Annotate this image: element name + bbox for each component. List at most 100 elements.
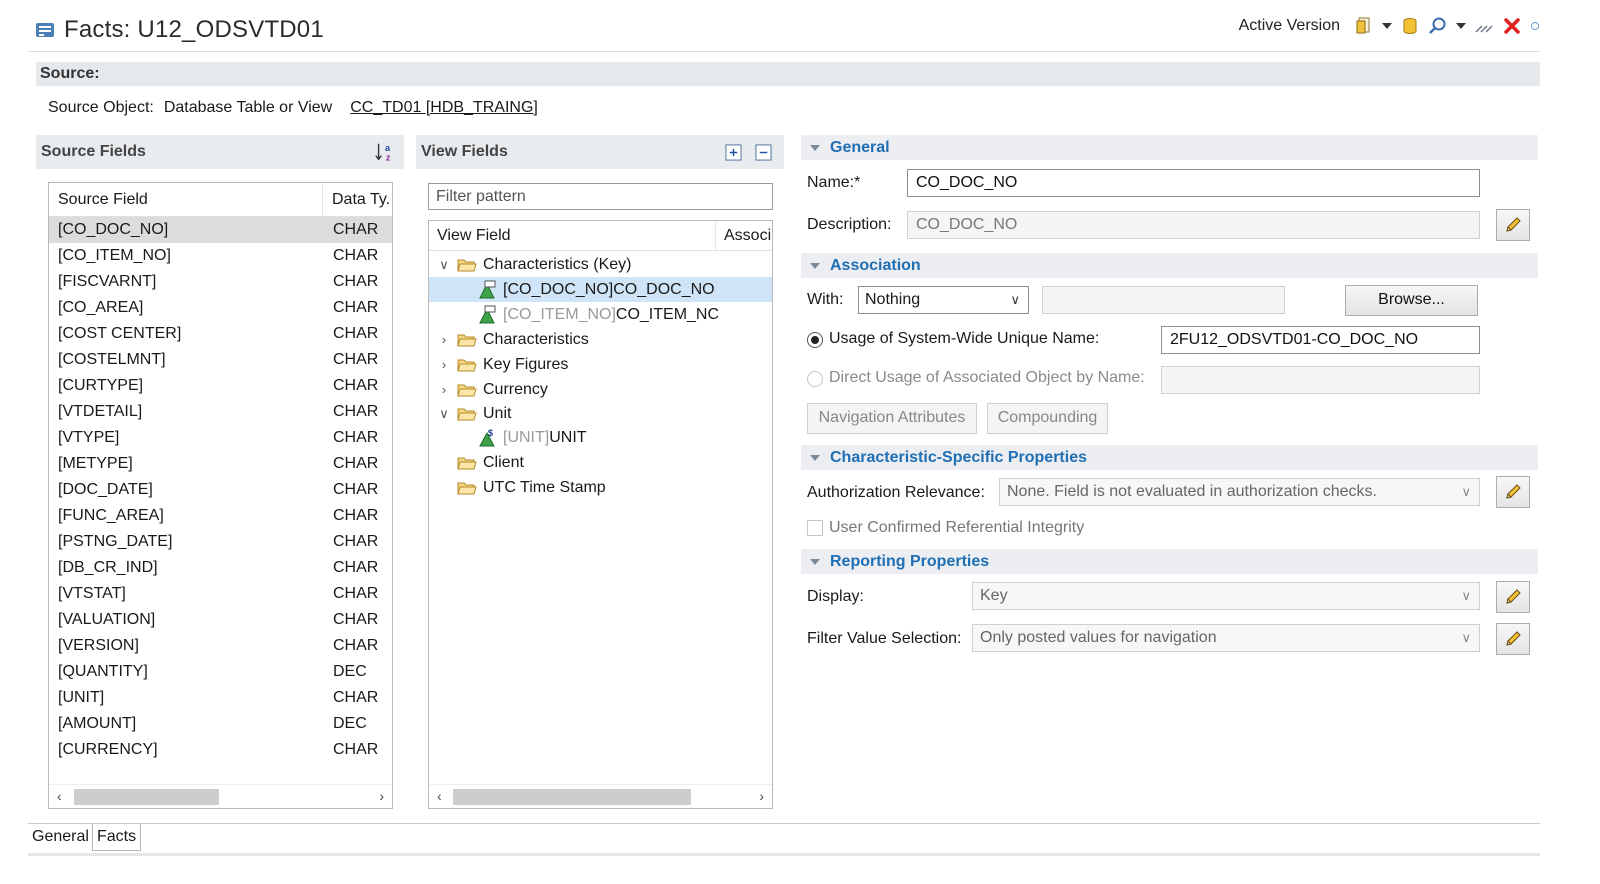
reporting-properties-header[interactable]: Reporting Properties — [801, 549, 1538, 574]
tree-node-unit[interactable]: ∨ Unit — [429, 401, 772, 426]
col-data-type[interactable]: Data Ty. — [323, 183, 390, 216]
association-target-field[interactable] — [1042, 286, 1285, 314]
tab-facts[interactable]: Facts — [92, 824, 142, 851]
edit-description-button[interactable] — [1496, 209, 1530, 241]
navigation-attributes-button[interactable]: Navigation Attributes — [807, 403, 977, 434]
table-row[interactable]: [VERSION] CHAR — [49, 633, 392, 659]
description-field[interactable]: CO_DOC_NO — [907, 211, 1480, 239]
collapsed-chevron-icon[interactable]: › — [437, 377, 451, 402]
delete-icon[interactable] — [1502, 16, 1522, 36]
name-field[interactable]: CO_DOC_NO — [907, 169, 1480, 197]
tab-general[interactable]: General — [28, 824, 93, 851]
source-section-label: Source: — [36, 62, 1540, 86]
version-icon[interactable] — [1354, 16, 1374, 36]
table-row[interactable]: [QUANTITY] DEC — [49, 659, 392, 685]
usage-unique-name-radio[interactable] — [807, 332, 823, 348]
tree-node-co-item-no[interactable]: [CO_ITEM_NO] CO_ITEM_NC — [429, 302, 772, 327]
collapsed-chevron-icon[interactable]: › — [437, 327, 451, 352]
col-view-field[interactable]: View Field — [429, 221, 716, 250]
table-row[interactable]: [UNIT] CHAR — [49, 685, 392, 711]
scroll-right-icon[interactable]: › — [759, 788, 764, 804]
characteristic-properties-header[interactable]: Characteristic-Specific Properties — [801, 445, 1538, 470]
expanded-chevron-icon[interactable]: ∨ — [437, 401, 451, 426]
col-association[interactable]: Associ — [716, 221, 771, 250]
table-row[interactable]: [CO_DOC_NO] CHAR — [49, 217, 392, 243]
unique-name-field[interactable]: 2FU12_ODSVTD01-CO_DOC_NO — [1161, 326, 1480, 354]
tree-node-client[interactable]: Client — [429, 450, 772, 475]
direct-usage-radio[interactable] — [807, 371, 823, 387]
chevron-down-icon[interactable]: ∨ — [1461, 583, 1471, 609]
search-dropdown-icon[interactable] — [1456, 23, 1466, 29]
sort-az-icon[interactable]: a z — [374, 141, 396, 163]
display-select[interactable]: Key ∨ — [972, 582, 1480, 610]
tree-node-utc-time-stamp[interactable]: UTC Time Stamp — [429, 475, 772, 500]
description-label: Description: — [807, 216, 892, 233]
filter-value-selection-select[interactable]: Only posted values for navigation ∨ — [972, 624, 1480, 652]
table-row[interactable]: [CO_AREA] CHAR — [49, 295, 392, 321]
association-section-header[interactable]: Association — [801, 253, 1538, 278]
table-row[interactable]: [COSTELMNT] CHAR — [49, 347, 392, 373]
referential-integrity-checkbox[interactable] — [807, 520, 823, 536]
table-row[interactable]: [AMOUNT] DEC — [49, 711, 392, 737]
collapse-all-icon[interactable] — [755, 144, 772, 161]
version-dropdown-icon[interactable] — [1382, 23, 1392, 29]
section-collapse-icon[interactable] — [810, 144, 820, 151]
association-section-title: Association — [830, 256, 921, 274]
filter-pattern-input[interactable]: Filter pattern — [428, 183, 773, 210]
tree-node-currency[interactable]: › Currency — [429, 377, 772, 402]
search-icon[interactable] — [1428, 16, 1448, 36]
edit-filter-value-button[interactable] — [1496, 623, 1530, 655]
table-row[interactable]: [VALUATION] CHAR — [49, 607, 392, 633]
table-row[interactable]: [VTYPE] CHAR — [49, 425, 392, 451]
chevron-down-icon[interactable]: ∨ — [1461, 479, 1471, 505]
source-object-link[interactable]: CC_TD01 [HDB_TRAING] — [350, 99, 538, 117]
tree-node-characteristics-key[interactable]: ∨ Characteristics (Key) — [429, 252, 772, 277]
scroll-left-icon[interactable]: ‹ — [437, 788, 442, 804]
folder-open-icon — [457, 408, 477, 420]
table-row[interactable]: [FISCVARNT] CHAR — [49, 269, 392, 295]
analyze-icon[interactable] — [1474, 16, 1494, 36]
table-row[interactable]: [PSTNG_DATE] CHAR — [49, 529, 392, 555]
general-section-header[interactable]: General — [801, 135, 1538, 160]
tree-node-key-figures[interactable]: › Key Figures — [429, 352, 772, 377]
chevron-down-icon[interactable]: ∨ — [1461, 625, 1471, 651]
table-row[interactable]: [CO_ITEM_NO] CHAR — [49, 243, 392, 269]
section-collapse-icon[interactable] — [810, 454, 820, 461]
scroll-thumb[interactable] — [453, 789, 691, 805]
table-row[interactable]: [VTDETAIL] CHAR — [49, 399, 392, 425]
edit-display-button[interactable] — [1496, 581, 1530, 613]
browse-button[interactable]: Browse... — [1345, 285, 1478, 316]
view-fields-hscrollbar[interactable]: ‹ › — [429, 784, 772, 808]
collapsed-chevron-icon[interactable]: › — [437, 352, 451, 377]
expanded-chevron-icon[interactable]: ∨ — [437, 252, 451, 277]
source-field-name: [CO_ITEM_NO] — [58, 247, 171, 264]
table-row[interactable]: [CURTYPE] CHAR — [49, 373, 392, 399]
table-row[interactable]: [CURRENCY] CHAR — [49, 737, 392, 763]
section-collapse-icon[interactable] — [810, 262, 820, 269]
general-section-title: General — [830, 138, 890, 156]
authorization-relevance-select[interactable]: None. Field is not evaluated in authoriz… — [999, 478, 1480, 506]
chevron-down-icon[interactable]: ∨ — [1010, 287, 1020, 313]
table-row[interactable]: [METYPE] CHAR — [49, 451, 392, 477]
source-fields-hscrollbar[interactable]: ‹ › — [49, 784, 392, 808]
col-source-field[interactable]: Source Field — [49, 183, 323, 216]
direct-usage-field[interactable] — [1161, 366, 1480, 394]
tree-node-unit-field[interactable]: $ [UNIT] UNIT — [429, 425, 772, 450]
table-row[interactable]: [DB_CR_IND] CHAR — [49, 555, 392, 581]
scroll-thumb[interactable] — [74, 789, 219, 805]
scroll-right-icon[interactable]: › — [379, 788, 384, 804]
section-collapse-icon[interactable] — [810, 558, 820, 565]
tree-node-co-doc-no[interactable]: [CO_DOC_NO] CO_DOC_NO — [429, 277, 772, 302]
tree-node-characteristics[interactable]: › Characteristics — [429, 327, 772, 352]
help-icon[interactable] — [1530, 16, 1540, 36]
table-row[interactable]: [COST CENTER] CHAR — [49, 321, 392, 347]
edit-authorization-button[interactable] — [1496, 476, 1530, 508]
table-row[interactable]: [DOC_DATE] CHAR — [49, 477, 392, 503]
table-row[interactable]: [VTSTAT] CHAR — [49, 581, 392, 607]
compounding-button[interactable]: Compounding — [987, 403, 1108, 434]
table-row[interactable]: [FUNC_AREA] CHAR — [49, 503, 392, 529]
scroll-left-icon[interactable]: ‹ — [57, 788, 62, 804]
with-select[interactable]: Nothing ∨ — [858, 286, 1029, 314]
database-icon[interactable] — [1400, 16, 1420, 36]
expand-all-icon[interactable] — [725, 144, 742, 161]
